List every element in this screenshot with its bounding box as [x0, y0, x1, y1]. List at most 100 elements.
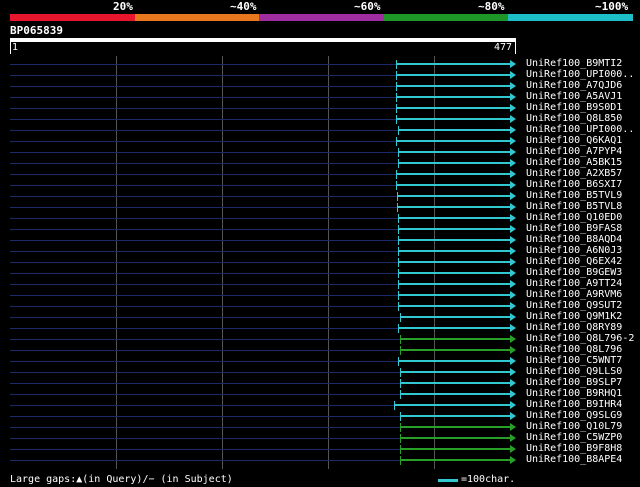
hit-arrow-icon: [510, 82, 516, 90]
hit-alignment-bar[interactable]: [395, 118, 510, 120]
hit-name-link[interactable]: UniRef100_A5BK15: [526, 157, 622, 168]
hit-name-link[interactable]: UniRef100_B9S0D1: [526, 102, 622, 113]
ruler-start-tick: [10, 42, 11, 54]
hit-alignment-bar[interactable]: [400, 316, 510, 318]
hit-alignment-bar[interactable]: [395, 107, 510, 109]
hit-name-link[interactable]: UniRef100_C5WNT7: [526, 355, 622, 366]
hit-alignment-bar[interactable]: [395, 74, 510, 76]
hit-alignment-bar[interactable]: [398, 261, 510, 263]
hit-name-link[interactable]: UniRef100_A9TT24: [526, 278, 622, 289]
hit-name-link[interactable]: UniRef100_B9SLP7: [526, 377, 622, 388]
hit-alignment-bar[interactable]: [398, 239, 510, 241]
hit-name-link[interactable]: UniRef100_Q8RY89: [526, 322, 622, 333]
hit-alignment-bar[interactable]: [400, 382, 510, 384]
hit-arrow-icon: [510, 291, 516, 299]
hit-alignment-bar[interactable]: [400, 426, 510, 428]
hit-alignment-bar[interactable]: [395, 96, 510, 98]
hit-name-link[interactable]: UniRef100_B9GEW3: [526, 267, 622, 278]
hit-alignment-bar[interactable]: [395, 140, 510, 142]
hit-arrow-icon: [510, 247, 516, 255]
hit-alignment-bar[interactable]: [396, 206, 510, 208]
hit-name-link[interactable]: UniRef100_A6N0J3: [526, 245, 622, 256]
hit-name-link[interactable]: UniRef100_A9RVM6: [526, 289, 622, 300]
hit-alignment-bar[interactable]: [398, 283, 510, 285]
identity-bar-segment: [134, 14, 259, 21]
hit-alignment-bar[interactable]: [398, 250, 510, 252]
hit-name-link[interactable]: UniRef100_B6SXI7: [526, 179, 622, 190]
hit-alignment-bar[interactable]: [398, 228, 510, 230]
hit-alignment-bar[interactable]: [398, 305, 510, 307]
hit-name-link[interactable]: UniRef100_B8APE4: [526, 454, 622, 465]
hit-arrow-icon: [510, 434, 516, 442]
hit-arrow-icon: [510, 214, 516, 222]
hit-name-link[interactable]: UniRef100_Q8L796: [526, 344, 622, 355]
hit-name-link[interactable]: UniRef100_B8AQD4: [526, 234, 622, 245]
hit-alignment-bar[interactable]: [395, 63, 510, 65]
hit-name-link[interactable]: UniRef100_B9RHQ1: [526, 388, 622, 399]
hit-name-link[interactable]: UniRef100_B9FAS8: [526, 223, 622, 234]
hit-alignment-bar[interactable]: [400, 437, 510, 439]
hit-alignment-bar[interactable]: [396, 195, 510, 197]
hit-arrow-icon: [510, 192, 516, 200]
hit-arrow-icon: [510, 368, 516, 376]
hit-name-link[interactable]: UniRef100_Q10L79: [526, 421, 622, 432]
hit-name-link[interactable]: UniRef100_B9F8H8: [526, 443, 622, 454]
hit-alignment-bar[interactable]: [400, 349, 510, 351]
length-legend-label: =100char.: [461, 474, 516, 485]
hit-name-link[interactable]: UniRef100_A5AVJ1: [526, 91, 622, 102]
hit-arrow-icon: [510, 280, 516, 288]
hit-alignment-bar[interactable]: [395, 173, 510, 175]
hit-arrow-icon: [510, 225, 516, 233]
identity-bar-segment: [259, 14, 384, 21]
hit-alignment-bar[interactable]: [395, 85, 510, 87]
hit-alignment-bar[interactable]: [400, 338, 510, 340]
hit-name-link[interactable]: UniRef100_C5WZP0: [526, 432, 622, 443]
hit-name-link[interactable]: UniRef100_B5TVL9: [526, 190, 622, 201]
hit-name-link[interactable]: UniRef100_A7QJD6: [526, 80, 622, 91]
hit-alignment-bar[interactable]: [395, 184, 510, 186]
identity-bar-label: ~80%: [478, 0, 505, 13]
hit-alignment-bar[interactable]: [400, 371, 510, 373]
hit-name-link[interactable]: UniRef100_Q10ED0: [526, 212, 622, 223]
hit-arrow-icon: [510, 71, 516, 79]
hit-arrow-icon: [510, 115, 516, 123]
hit-name-link[interactable]: UniRef100_A7PYP4: [526, 146, 622, 157]
hit-alignment-bar[interactable]: [398, 129, 510, 131]
ruler-start-label: 1: [12, 42, 19, 53]
hit-alignment-bar[interactable]: [398, 217, 510, 219]
hit-arrow-icon: [510, 203, 516, 211]
hit-name-link[interactable]: UniRef100_Q9SUT2: [526, 300, 622, 311]
hit-arrow-icon: [510, 137, 516, 145]
hit-alignment-bar[interactable]: [393, 404, 510, 406]
hit-alignment-bar[interactable]: [400, 459, 510, 461]
identity-bar-segment: [383, 14, 508, 21]
hit-alignment-bar[interactable]: [398, 294, 510, 296]
hit-name-link[interactable]: UniRef100_B5TVL8: [526, 201, 622, 212]
hit-alignment-bar[interactable]: [398, 327, 510, 329]
hit-alignment-bar[interactable]: [398, 360, 510, 362]
identity-bar-label: 20%: [113, 0, 133, 13]
hit-arrow-icon: [510, 335, 516, 343]
identity-bar-label: ~60%: [354, 0, 381, 13]
hit-name-link[interactable]: UniRef100_Q6KAQ1: [526, 135, 622, 146]
hit-alignment-bar[interactable]: [400, 448, 510, 450]
hit-name-link[interactable]: UniRef100_UPI000..: [526, 69, 634, 80]
hit-name-link[interactable]: UniRef100_Q9LLS0: [526, 366, 622, 377]
hit-name-link[interactable]: UniRef100_Q8L850: [526, 113, 622, 124]
hit-name-link[interactable]: UniRef100_Q9SLG9: [526, 410, 622, 421]
hit-name-link[interactable]: UniRef100_Q8L796-2: [526, 333, 634, 344]
ruler-end-label: 477: [494, 42, 513, 53]
hit-arrow-icon: [510, 357, 516, 365]
hit-alignment-bar[interactable]: [398, 162, 510, 164]
hit-alignment-bar[interactable]: [400, 393, 510, 395]
hit-arrow-icon: [510, 236, 516, 244]
hit-name-link[interactable]: UniRef100_Q6EX42: [526, 256, 622, 267]
hit-name-link[interactable]: UniRef100_B9MTI2: [526, 58, 622, 69]
hit-alignment-bar[interactable]: [400, 415, 510, 417]
hit-name-link[interactable]: UniRef100_B9IHR4: [526, 399, 622, 410]
hit-name-link[interactable]: UniRef100_UPI000..: [526, 124, 634, 135]
hit-name-link[interactable]: UniRef100_Q9M1K2: [526, 311, 622, 322]
hit-name-link[interactable]: UniRef100_A2XB57: [526, 168, 622, 179]
hit-alignment-bar[interactable]: [398, 151, 510, 153]
hit-alignment-bar[interactable]: [398, 272, 510, 274]
